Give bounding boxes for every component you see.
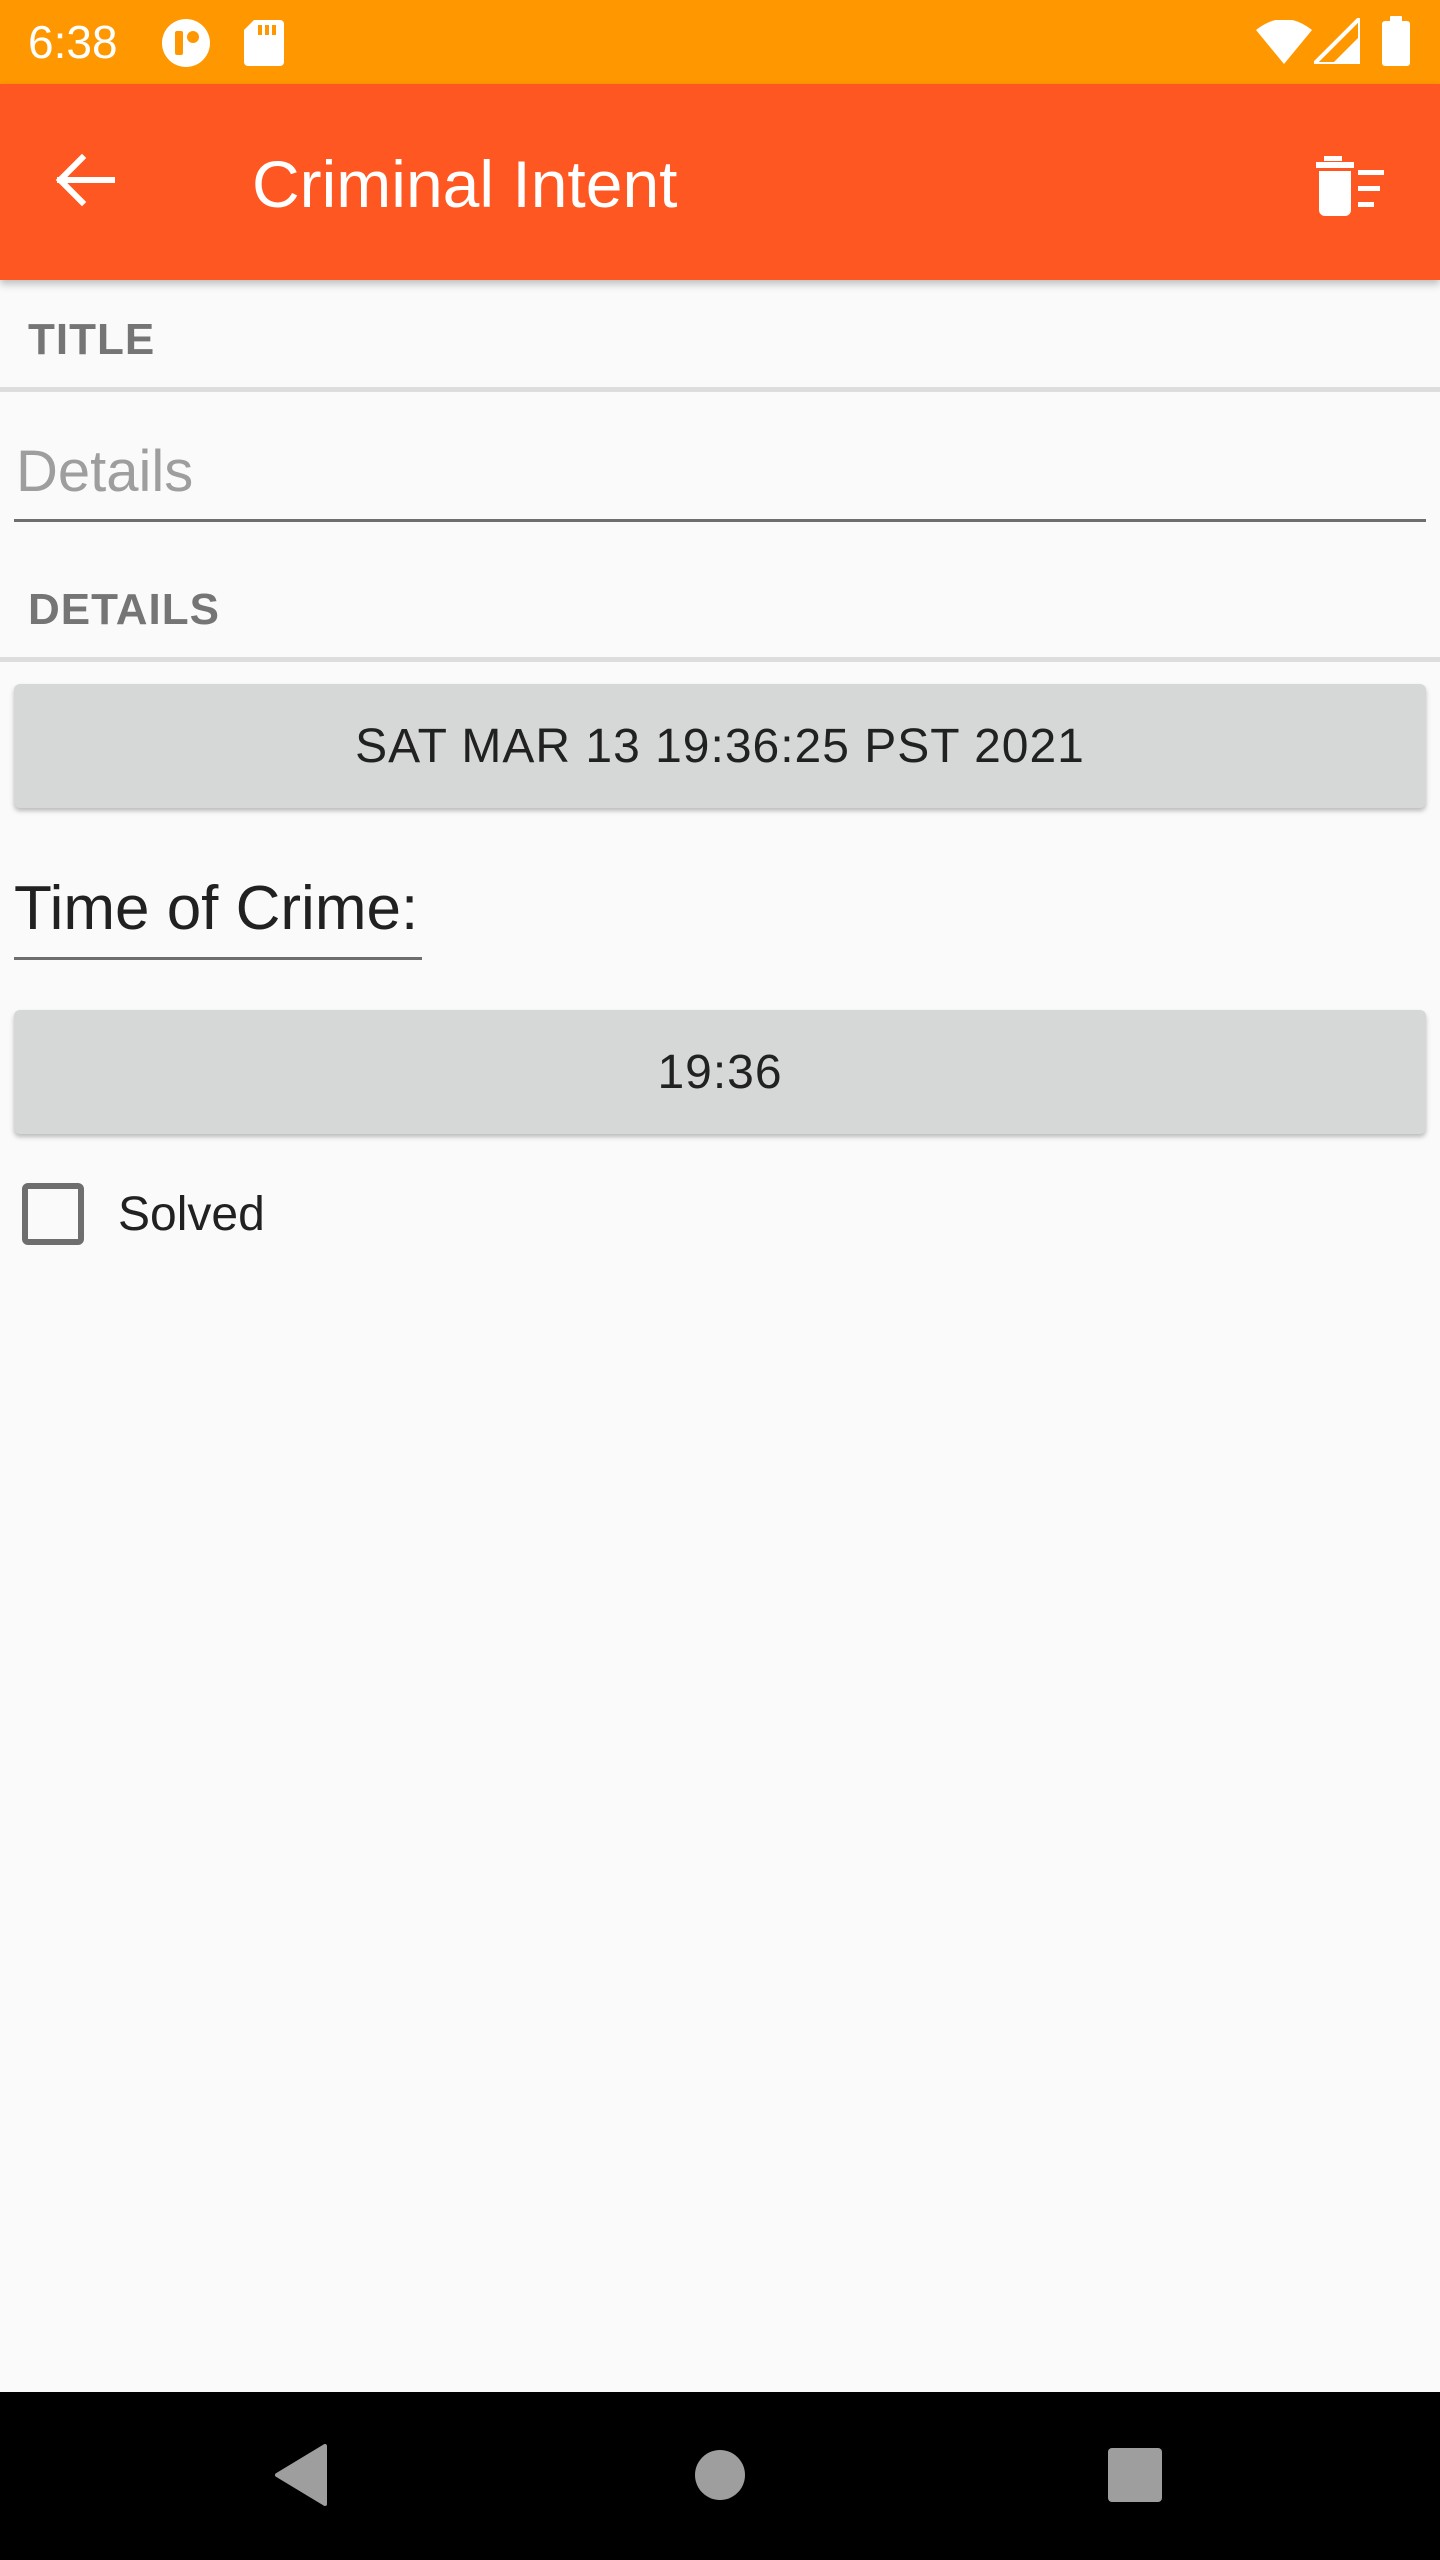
status-bar: 6:38 [0, 0, 1440, 84]
delete-button[interactable] [1306, 144, 1394, 232]
back-button[interactable] [40, 138, 128, 226]
notification-app-icon [160, 18, 214, 73]
nav-back-button[interactable] [256, 2432, 346, 2522]
home-circle-icon [694, 2449, 746, 2506]
title-header-label: TITLE [28, 315, 156, 364]
details-section-header: DETAILS [0, 552, 1440, 662]
navigation-bar [0, 2392, 1440, 2560]
solved-label: Solved [118, 1187, 265, 1241]
delete-sweep-icon [1314, 155, 1386, 221]
nav-home-button[interactable] [675, 2432, 765, 2522]
date-button-label: SAT MAR 13 19:36:25 PST 2021 [355, 719, 1085, 773]
time-button[interactable]: 19:36 [14, 1010, 1426, 1134]
arrow-back-icon [52, 148, 116, 217]
back-triangle-icon [273, 2443, 329, 2511]
battery-icon [1382, 16, 1410, 71]
app-title: Criminal Intent [252, 147, 678, 221]
wifi-icon [1256, 19, 1312, 69]
date-button[interactable]: SAT MAR 13 19:36:25 PST 2021 [14, 684, 1426, 808]
title-section-header: TITLE [0, 282, 1440, 392]
solved-checkbox[interactable]: Solved [22, 1180, 265, 1248]
signal-icon [1309, 13, 1362, 69]
sd-card-icon [244, 20, 284, 71]
time-of-crime-label: Time of Crime: [14, 872, 423, 960]
time-button-label: 19:36 [657, 1045, 783, 1099]
details-input[interactable] [14, 424, 1426, 522]
checkbox-box[interactable] [22, 1183, 84, 1245]
status-time: 6:38 [28, 16, 118, 68]
recents-square-icon [1108, 2447, 1162, 2507]
details-header-label: DETAILS [28, 585, 220, 634]
app-bar: Criminal Intent [0, 84, 1440, 280]
nav-recents-button[interactable] [1090, 2432, 1180, 2522]
